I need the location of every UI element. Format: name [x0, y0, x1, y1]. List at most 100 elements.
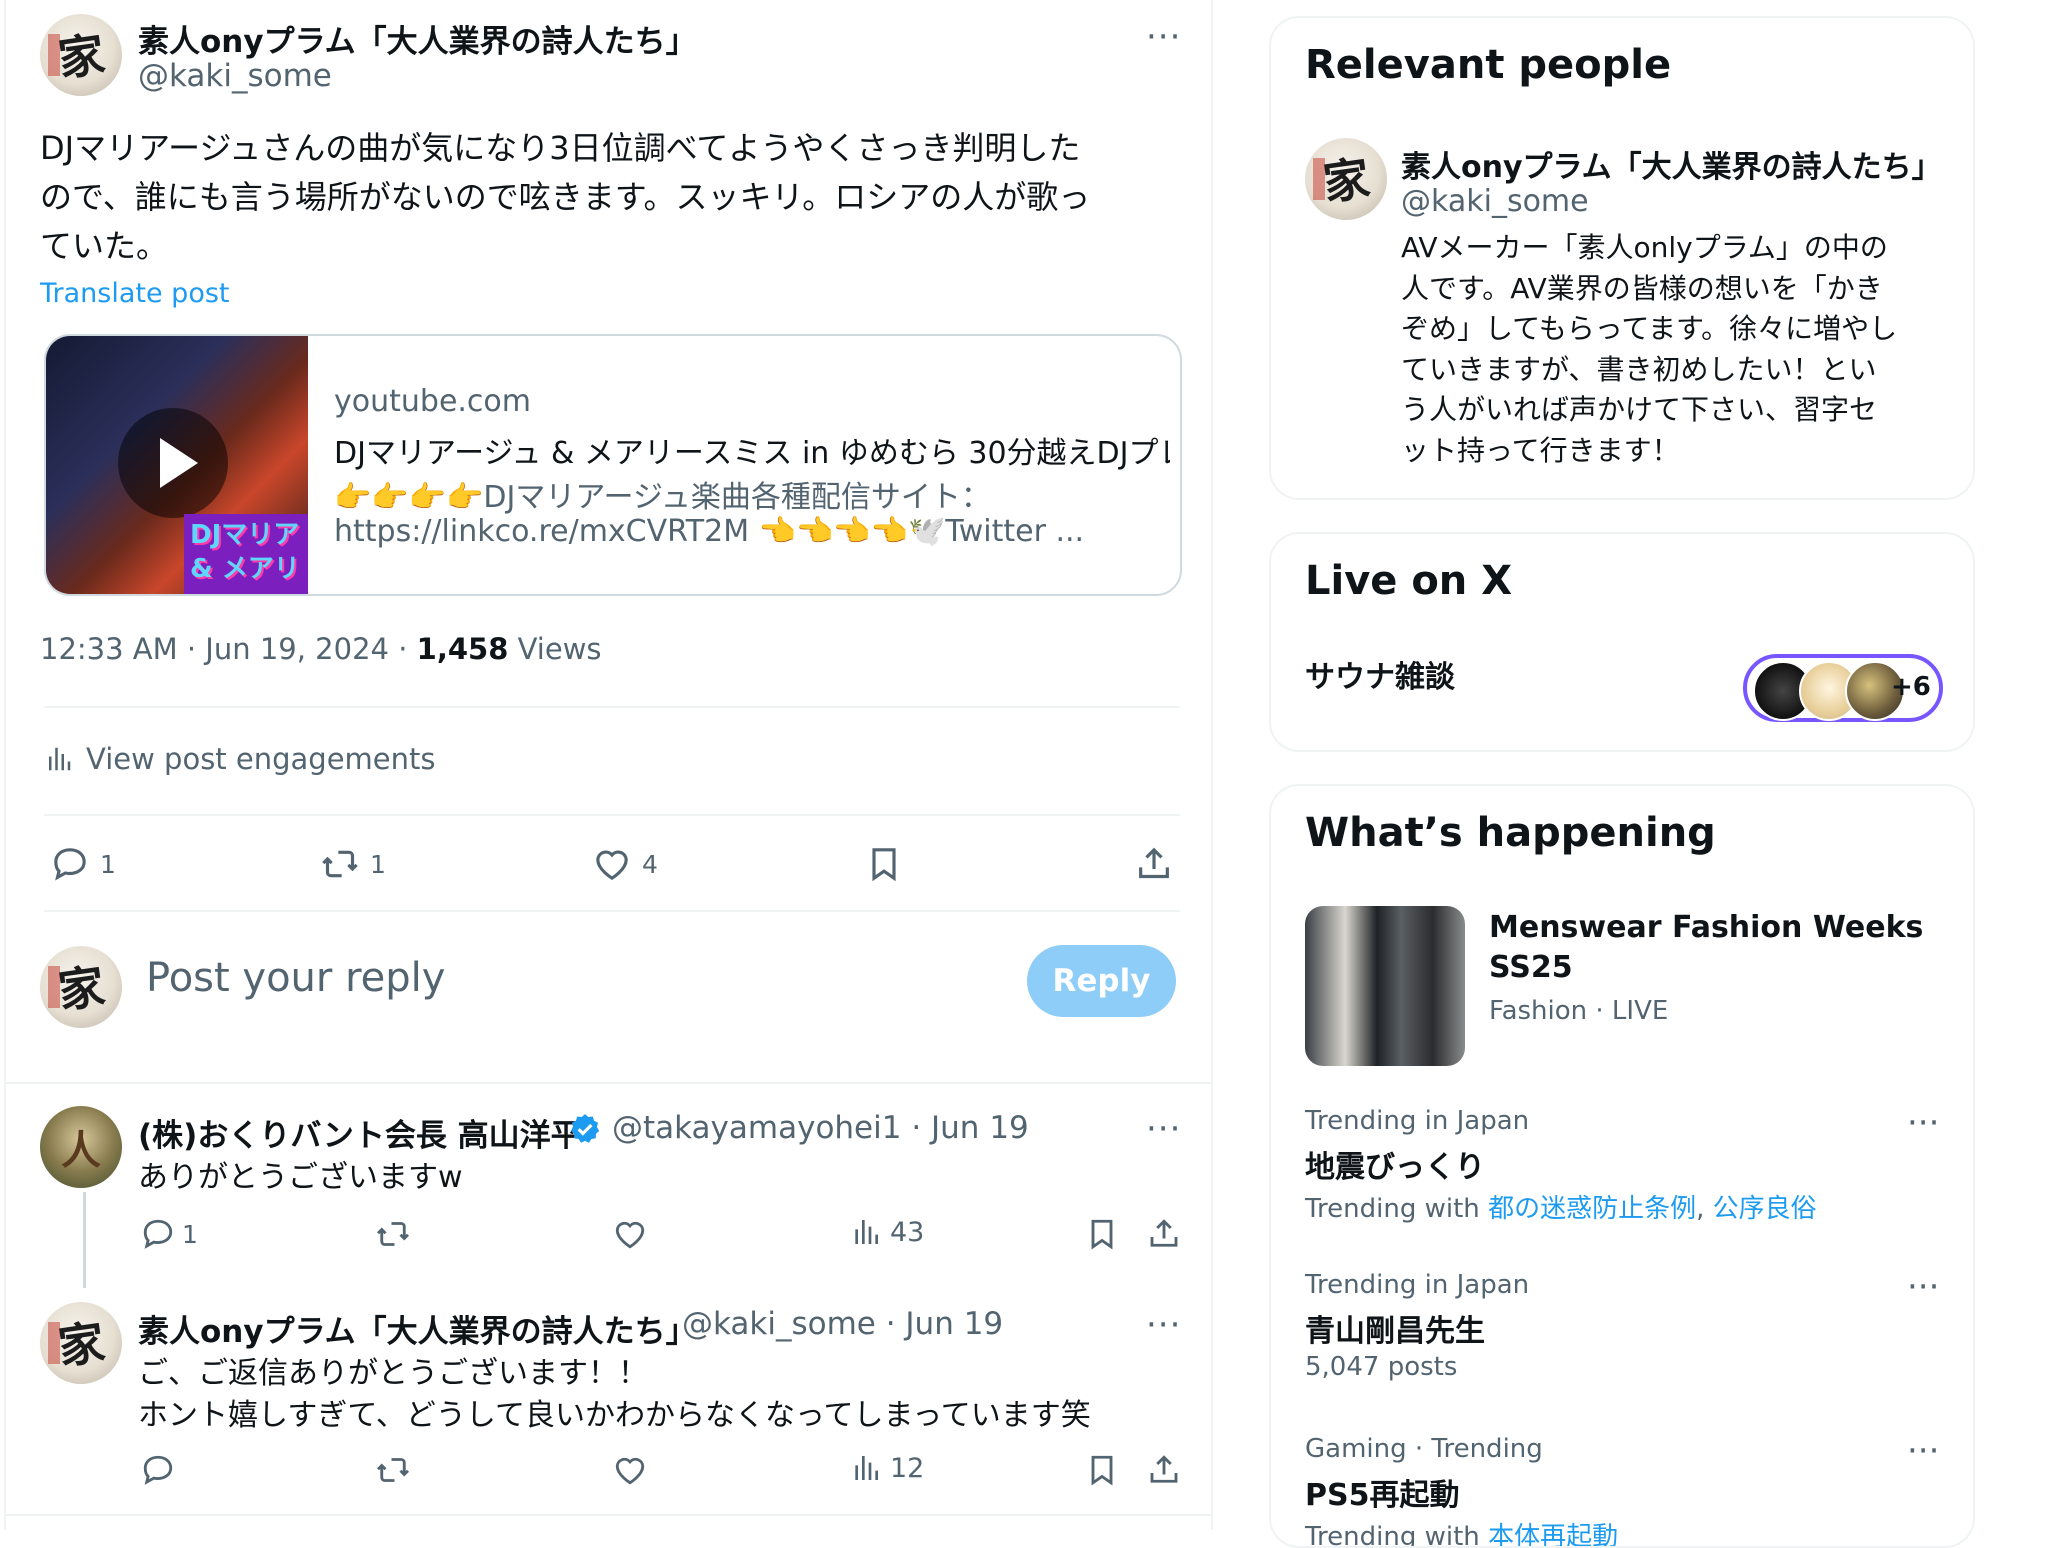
play-icon[interactable] — [118, 408, 228, 518]
more-icon[interactable]: ··· — [1907, 1106, 1939, 1140]
panel-title: Relevant people — [1305, 42, 1672, 88]
trend-meta: Gaming · Trending — [1305, 1434, 1543, 1464]
post-timestamp[interactable]: 12:33 AM · Jun 19, 2024 · — [40, 632, 417, 666]
trend-item[interactable]: Trending in Japan ··· 青山剛昌先生 5,047 posts — [1271, 1270, 1971, 1400]
view-engagements-label: View post engagements — [86, 742, 436, 776]
trend-title: 地震びっくり — [1305, 1150, 1485, 1185]
repost-icon — [376, 1458, 410, 1482]
reply-submit-button[interactable]: Reply — [1027, 945, 1176, 1017]
like-button[interactable] — [612, 1216, 648, 1252]
like-icon — [615, 1457, 645, 1485]
video-thumbnail[interactable]: DJマリア& メアリー — [46, 336, 308, 594]
card-title: DJマリアージュ & メアリースミス in ゆめむら 30分越えDJプレ — [334, 436, 1170, 471]
link-card[interactable]: DJマリア& メアリー youtube.com DJマリアージュ & メアリース… — [44, 334, 1182, 596]
featured-meta: Fashion · LIVE — [1489, 996, 1669, 1026]
reply-avatar[interactable]: 家 — [40, 1302, 122, 1384]
trend-link[interactable]: 都の迷惑防止条例 — [1488, 1194, 1696, 1224]
repost-button[interactable] — [374, 1452, 412, 1488]
post-meta: 12:33 AM · Jun 19, 2024 · 1,458 Views — [40, 632, 602, 666]
author-handle[interactable]: @kaki_some — [138, 58, 332, 94]
repost-icon — [322, 850, 358, 878]
featured-trend[interactable]: Menswear Fashion Weeks SS25 Fashion · LI… — [1305, 906, 1945, 1066]
more-icon[interactable]: ··· — [1146, 1112, 1181, 1146]
reply-button[interactable] — [140, 1452, 176, 1488]
my-avatar[interactable]: 家 — [40, 946, 122, 1028]
trend-item[interactable]: Trending in Japan ··· 地震びっくり Trending wi… — [1271, 1106, 1971, 1236]
more-icon[interactable]: ··· — [1907, 1434, 1939, 1468]
thumbnail-caption: DJマリア& メアリー — [184, 514, 308, 594]
divider — [44, 814, 1180, 816]
views-count: 1,458 — [416, 632, 509, 666]
reply-avatar[interactable]: 人 — [40, 1106, 122, 1188]
bookmark-button[interactable] — [1084, 1216, 1120, 1252]
bio-line: う人がいれば声かけて下さい、習字セ — [1401, 393, 1878, 426]
reply-author-name[interactable]: (株)おくりバント会長 高山洋平 — [138, 1110, 582, 1155]
trend-with-label: Trending with — [1305, 1522, 1489, 1546]
more-icon[interactable]: ··· — [1146, 20, 1181, 54]
trend-post-count: 5,047 posts — [1305, 1352, 1458, 1382]
bookmark-icon — [1091, 1455, 1113, 1486]
featured-title: SS25 — [1489, 950, 1573, 985]
repost-icon — [376, 1222, 410, 1246]
trend-link[interactable]: 公序良俗 — [1713, 1194, 1817, 1224]
relevant-name[interactable]: 素人onyプラム「大人業界の詩人たち」 — [1401, 142, 1942, 186]
like-button[interactable]: 4 — [592, 844, 658, 884]
repost-button[interactable]: 1 — [318, 844, 386, 884]
view-engagements-link[interactable]: View post engagements — [44, 742, 436, 776]
reply-count: 1 — [100, 849, 116, 879]
reply-handle-date[interactable]: @takayamayohei1 · Jun 19 — [612, 1110, 1029, 1146]
relevant-bio: AVメーカー「素人onlyプラム」の中の 人です。AV業界の皆様の想いを「かき … — [1401, 228, 1897, 471]
reply-input[interactable]: Post your reply — [146, 955, 445, 1001]
live-panel: Live on X サウナ雑談 +6 — [1269, 532, 1975, 752]
live-space-name[interactable]: サウナ雑談 — [1305, 652, 1455, 696]
more-icon[interactable]: ··· — [1146, 1308, 1181, 1342]
post-text-line: DJマリアージュさんの曲が気になり3日位調べてようやくさっき判明した — [40, 129, 1081, 167]
reply-text-line: ありがとうございますw — [138, 1160, 463, 1195]
panel-title: Live on X — [1305, 558, 1513, 604]
more-icon[interactable]: ··· — [1907, 1270, 1939, 1304]
trend-item[interactable]: Gaming · Trending ··· PS5再起動 Trending wi… — [1271, 1434, 1971, 1546]
like-button[interactable] — [612, 1452, 648, 1488]
trend-subtitle: Trending with 本体再起動 — [1305, 1516, 1618, 1546]
share-button[interactable] — [1134, 844, 1174, 884]
share-icon — [1150, 1219, 1178, 1247]
main-column: 家 素人onyプラム「大人業界の詩人たち」 @kaki_some ··· DJマ… — [4, 0, 1213, 1530]
bio-line: AVメーカー「素人onlyプラム」の中の — [1401, 231, 1888, 264]
avatar-kanji: 家 — [54, 958, 108, 1019]
translate-post-link[interactable]: Translate post — [40, 278, 230, 309]
share-button[interactable] — [1146, 1452, 1182, 1488]
bookmark-button[interactable] — [1084, 1452, 1120, 1488]
bookmark-icon — [1091, 1219, 1113, 1250]
bookmark-icon — [872, 848, 896, 882]
views-count: 43 — [890, 1216, 925, 1248]
panel-title: What’s happening — [1305, 810, 1716, 856]
reply-author-name[interactable]: 素人onyプラム「大人業界の詩人たち」 — [138, 1306, 697, 1351]
share-button[interactable] — [1146, 1216, 1182, 1252]
participant-extra-count: +6 — [1891, 672, 1931, 702]
avatar-kanji: 家 — [54, 26, 108, 87]
author-name[interactable]: 素人onyプラム「大人業界の詩人たち」 — [138, 16, 697, 61]
views-button[interactable]: 12 — [850, 1452, 924, 1484]
repost-button[interactable] — [374, 1216, 412, 1252]
reply-handle-date[interactable]: @kaki_some · Jun 19 — [682, 1306, 1003, 1342]
avatar-kanji: 家 — [54, 1314, 108, 1375]
divider — [44, 910, 1180, 912]
trend-title: PS5再起動 — [1305, 1478, 1460, 1513]
reply-button[interactable]: 1 — [140, 1216, 198, 1252]
share-icon — [1150, 1455, 1178, 1483]
trend-link[interactable]: 本体再起動 — [1488, 1522, 1618, 1546]
relevant-handle[interactable]: @kaki_some — [1401, 184, 1589, 219]
views-button[interactable]: 43 — [850, 1216, 924, 1248]
featured-image — [1305, 906, 1465, 1066]
views-icon — [855, 1220, 878, 1244]
relevant-avatar[interactable]: 家 — [1305, 138, 1387, 220]
featured-title: Menswear Fashion Weeks — [1489, 910, 1924, 945]
live-participants[interactable]: +6 — [1743, 654, 1943, 722]
reply-icon — [54, 848, 86, 881]
views-label: Views — [508, 632, 602, 666]
bookmark-button[interactable] — [864, 844, 904, 884]
author-avatar[interactable]: 家 — [40, 14, 122, 96]
reply-button[interactable]: 1 — [50, 844, 116, 884]
section-divider — [6, 1082, 1211, 1084]
trend-separator: , — [1696, 1194, 1713, 1224]
